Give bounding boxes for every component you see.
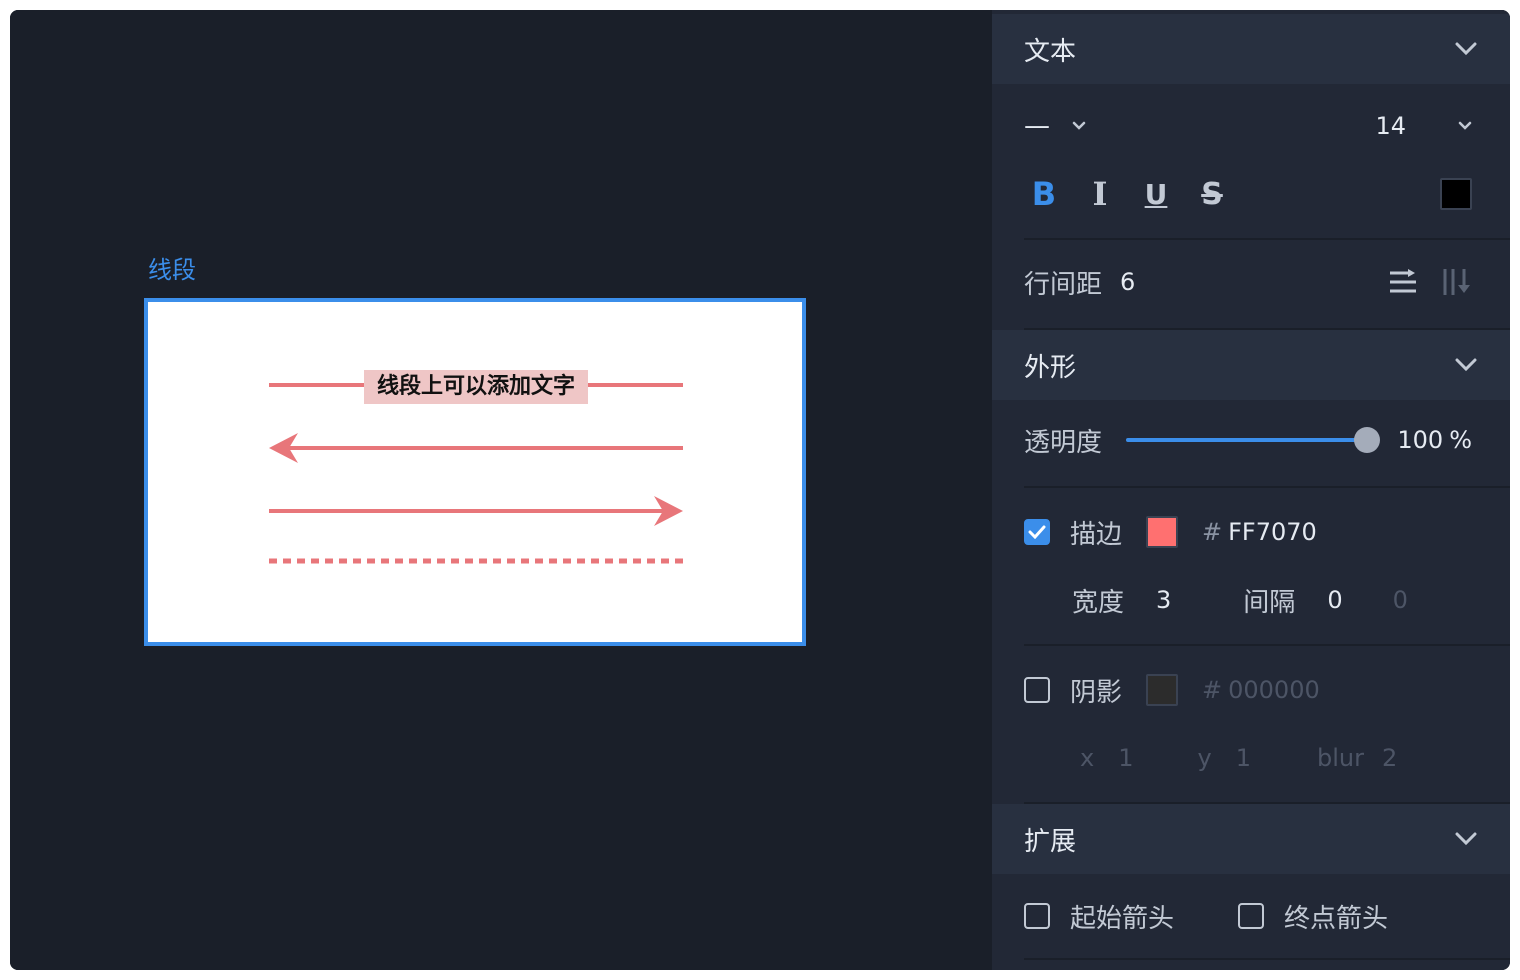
- text-section-header[interactable]: 文本: [992, 14, 1510, 84]
- opacity-label: 透明度: [1024, 427, 1103, 458]
- vertical-spacing-icon[interactable]: [1442, 267, 1472, 297]
- canvas-area[interactable]: 线段 线段上可以添加文字: [10, 10, 992, 970]
- font-size-select[interactable]: 14: [1375, 112, 1406, 140]
- shadow-checkbox[interactable]: [1024, 677, 1050, 703]
- stroke-gap-label: 间隔: [1243, 587, 1296, 618]
- stroke-color-swatch[interactable]: [1146, 516, 1179, 548]
- line-text-label[interactable]: 线段上可以添加文字: [364, 370, 588, 404]
- chevron-down-icon[interactable]: [1458, 121, 1472, 131]
- bold-icon: B: [1031, 175, 1057, 213]
- opacity-slider-track[interactable]: [1126, 438, 1368, 442]
- text-section-title: 文本: [1024, 36, 1077, 67]
- italic-button[interactable]: I: [1080, 174, 1120, 214]
- underline-icon: U: [1144, 177, 1168, 211]
- shadow-row: 阴影 # 000000: [1024, 670, 1472, 710]
- extension-section-header[interactable]: 扩展: [992, 804, 1510, 874]
- line-spacing-label: 行间距: [1024, 269, 1103, 300]
- start-arrow-label: 起始箭头: [1070, 903, 1175, 934]
- opacity-unit: %: [1449, 426, 1472, 454]
- stroke-gap-input[interactable]: 0: [1327, 586, 1342, 614]
- chevron-down-icon[interactable]: [1454, 827, 1478, 851]
- stroke-hash: #: [1202, 518, 1223, 546]
- font-family-select[interactable]: —: [1024, 111, 1050, 141]
- text-color-swatch[interactable]: [1440, 178, 1472, 210]
- appearance-section-title: 外形: [1024, 352, 1077, 383]
- shadow-x-label: x: [1080, 744, 1095, 772]
- check-icon: [1028, 525, 1046, 539]
- bold-button[interactable]: B: [1024, 174, 1064, 214]
- stroke-label: 描边: [1070, 519, 1123, 550]
- line-spacing-input[interactable]: 6: [1120, 268, 1135, 296]
- strikethrough-icon: S: [1201, 176, 1223, 212]
- opacity-value[interactable]: 100: [1397, 426, 1443, 454]
- end-arrow-label: 终点箭头: [1284, 903, 1389, 934]
- stroke-row: 描边 # FF7070: [1024, 512, 1472, 552]
- italic-icon: I: [1092, 175, 1108, 213]
- strikethrough-button[interactable]: S: [1192, 174, 1232, 214]
- divider: [1024, 238, 1510, 240]
- stroke-width-label: 宽度: [1072, 587, 1125, 618]
- shadow-x-input[interactable]: 1: [1118, 744, 1133, 772]
- line-spacing-row: 行间距 6: [1024, 262, 1472, 302]
- shadow-hex-input[interactable]: 000000: [1228, 676, 1320, 704]
- format-row: B I U S: [1024, 174, 1472, 214]
- end-arrow-checkbox[interactable]: [1238, 903, 1265, 929]
- shadow-y-input[interactable]: 1: [1236, 744, 1251, 772]
- stroke-width-row: 宽度 3 间隔 0 0: [1072, 580, 1472, 620]
- shadow-blur-input[interactable]: 2: [1382, 744, 1397, 772]
- app-window: 线段 线段上可以添加文字 文本 — 14 B I U S 行间距 6 外形 透明…: [10, 10, 1510, 970]
- shape-name-label: 线段: [148, 256, 196, 284]
- align-lines-icon[interactable]: [1388, 267, 1418, 297]
- opacity-slider[interactable]: [1126, 420, 1381, 460]
- divider: [1024, 958, 1510, 960]
- opacity-slider-handle[interactable]: [1354, 427, 1381, 453]
- divider: [1024, 486, 1510, 488]
- arrows-row: 起始箭头 终点箭头: [1024, 896, 1472, 936]
- shadow-label: 阴影: [1070, 677, 1123, 708]
- stroke-width-input[interactable]: 3: [1156, 586, 1171, 614]
- start-arrow-checkbox[interactable]: [1024, 903, 1050, 929]
- chevron-down-icon[interactable]: [1454, 37, 1478, 61]
- properties-panel: 文本 — 14 B I U S 行间距 6 外形 透明度 100 % 描边 # …: [992, 10, 1510, 970]
- selected-shape[interactable]: 线段上可以添加文字: [144, 298, 806, 646]
- shadow-y-label: y: [1197, 744, 1212, 772]
- stroke-checkbox[interactable]: [1024, 519, 1050, 545]
- appearance-section-header[interactable]: 外形: [992, 330, 1510, 400]
- shadow-color-swatch[interactable]: [1146, 674, 1179, 706]
- extension-section-title: 扩展: [1024, 826, 1077, 857]
- stroke-gap-input-2[interactable]: 0: [1393, 586, 1408, 614]
- chevron-down-icon[interactable]: [1454, 353, 1478, 377]
- line-samples: [269, 383, 683, 564]
- underline-button[interactable]: U: [1136, 174, 1176, 214]
- shadow-hash: #: [1202, 676, 1223, 704]
- chevron-down-icon[interactable]: [1072, 121, 1086, 131]
- shadow-offset-row: x 1 y 1 blur 2: [1080, 738, 1472, 778]
- divider: [1024, 644, 1510, 646]
- shadow-blur-label: blur: [1316, 744, 1364, 772]
- stroke-hex-input[interactable]: FF7070: [1228, 518, 1317, 546]
- font-row: — 14: [1024, 106, 1472, 146]
- opacity-row: 透明度 100 %: [1024, 420, 1472, 460]
